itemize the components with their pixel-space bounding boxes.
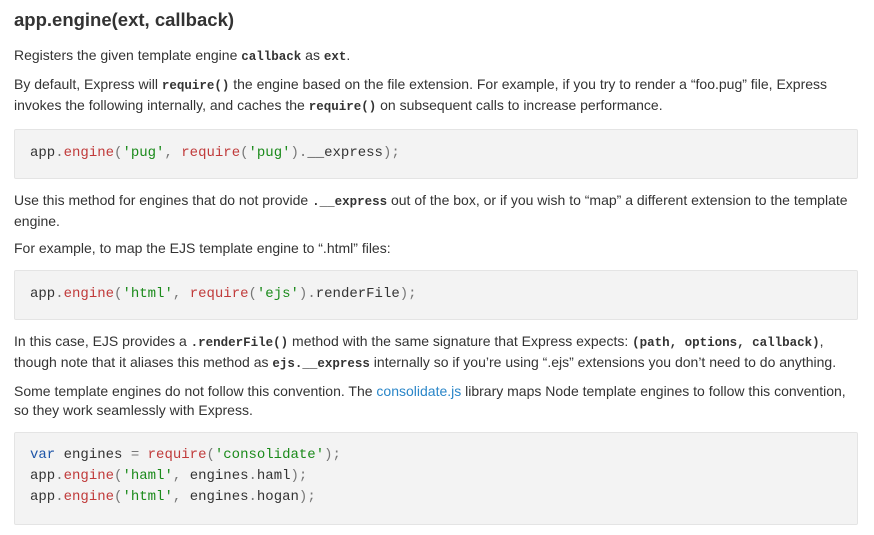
code-token: . [248, 468, 257, 484]
code-token: ( [248, 286, 257, 302]
paragraph-registers: Registers the given template engine call… [14, 46, 858, 67]
code-token: app [30, 145, 56, 161]
code-token: ); [298, 489, 316, 505]
inline-code-require: require() [308, 100, 377, 114]
code-token: engines [55, 447, 131, 463]
code-token: ); [382, 145, 400, 161]
code-token: require [147, 447, 207, 463]
code-token: 'consolidate' [214, 447, 325, 463]
code-block-ejs: app.engine('html', require('ejs').render… [14, 270, 858, 320]
code-token: hogan [256, 489, 299, 505]
code-token: app [30, 286, 56, 302]
code-token: var [30, 447, 56, 463]
text: Use this method for engines that do not … [14, 192, 313, 208]
paragraph-use-method: Use this method for engines that do not … [14, 191, 858, 231]
text: on subsequent calls to increase performa… [376, 97, 663, 113]
code-token: . [248, 489, 257, 505]
code-token: require [189, 286, 249, 302]
paragraph-consolidate: Some template engines do not follow this… [14, 382, 858, 420]
code-line: app.engine('html', engines.hogan); [30, 487, 842, 508]
code-token: , [172, 286, 190, 302]
text: Registers the given template engine [14, 47, 242, 63]
inline-code-signature: (path, options, callback) [632, 336, 820, 350]
code-token: engine [63, 145, 115, 161]
code-token: ); [399, 286, 417, 302]
text: as [301, 47, 324, 63]
inline-code-renderfile: .renderFile() [190, 336, 289, 350]
code-token: haml [256, 468, 291, 484]
inline-code-require: require() [161, 79, 230, 93]
code-line: app.engine('html', require('ejs').render… [30, 284, 842, 305]
code-token: , [172, 468, 190, 484]
code-token: renderFile [315, 286, 400, 302]
code-token: 'pug' [248, 145, 291, 161]
code-token: . [55, 145, 64, 161]
code-token: ); [324, 447, 341, 463]
code-token: 'html' [122, 286, 173, 302]
code-line: app.engine('haml', engines.haml); [30, 466, 842, 487]
code-token: , [164, 145, 182, 161]
code-token: 'html' [122, 489, 173, 505]
inline-code-callback: callback [241, 50, 302, 64]
paragraph-ejs-example: For example, to map the EJS template eng… [14, 240, 391, 256]
text: . [346, 47, 351, 63]
code-token: engine [63, 286, 115, 302]
code-token: engines [189, 468, 249, 484]
code-token: ( [206, 447, 215, 463]
code-token: ) [290, 145, 299, 161]
code-block-consolidate: var engines = require('consolidate'); ap… [14, 432, 858, 525]
code-token: engine [63, 489, 115, 505]
code-token: engines [189, 489, 249, 505]
code-token: require [181, 145, 241, 161]
code-token: __express [307, 145, 383, 161]
code-block-pug: app.engine('pug', require('pug').__expre… [14, 129, 858, 179]
paragraph-default: By default, Express will require() the e… [14, 75, 858, 117]
code-token: engine [63, 468, 115, 484]
code-token: ( [240, 145, 249, 161]
code-token: . [55, 468, 64, 484]
code-token: . [55, 286, 64, 302]
inline-code-ejs-express: ejs.__express [272, 357, 370, 371]
code-token: . [55, 489, 64, 505]
inline-code-express: .__express [312, 195, 388, 209]
code-token: ); [290, 468, 308, 484]
text: Some template engines do not follow this… [14, 383, 377, 399]
text: By default, Express will [14, 76, 162, 92]
code-token: 'ejs' [256, 286, 299, 302]
code-token: = [130, 447, 140, 463]
code-line: app.engine('pug', require('pug').__expre… [30, 143, 842, 164]
text: internally so if you’re using “.ejs” ext… [369, 354, 837, 370]
consolidate-link[interactable]: consolidate.js [376, 383, 461, 399]
inline-code-ext: ext [323, 50, 347, 64]
doc-page: app.engine(ext, callback) Registers the … [0, 0, 874, 535]
code-token: app [30, 468, 56, 484]
code-line: var engines = require('consolidate'); [30, 445, 842, 466]
section-heading: app.engine(ext, callback) [14, 9, 235, 30]
code-token: , [172, 489, 190, 505]
code-token: 'haml' [122, 468, 173, 484]
paragraph-renderfile: In this case, EJS provides a .renderFile… [14, 332, 858, 374]
code-token: 'pug' [122, 145, 165, 161]
code-token: . [307, 286, 316, 302]
code-token: app [30, 489, 56, 505]
text: In this case, EJS provides a [14, 333, 191, 349]
text: method with the same signature that Expr… [288, 333, 633, 349]
